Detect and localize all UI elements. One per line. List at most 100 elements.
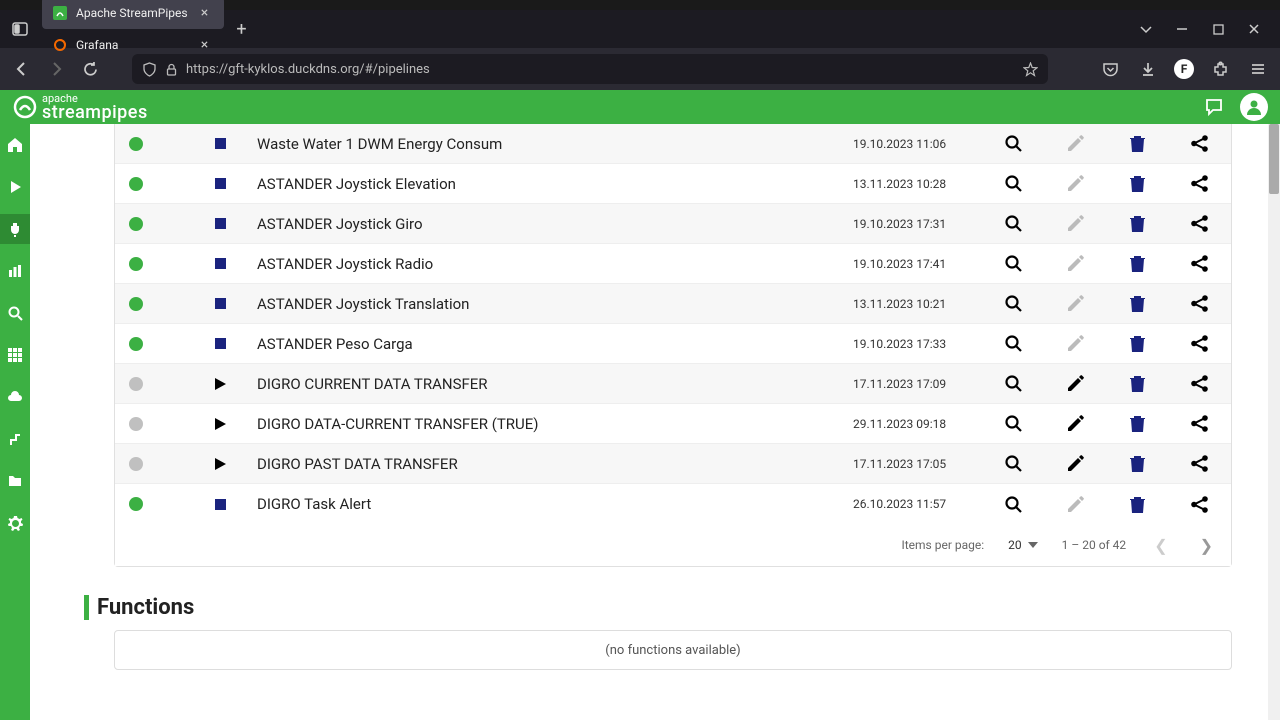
logo[interactable]: apache streampipes (12, 93, 148, 122)
delete-icon[interactable] (1127, 454, 1147, 474)
delete-icon[interactable] (1127, 374, 1147, 394)
sidebar-search[interactable] (0, 298, 30, 328)
pipeline-name: DIGRO CURRENT DATA TRANSFER (257, 375, 853, 393)
edit-icon[interactable] (1065, 374, 1085, 394)
share-icon[interactable] (1189, 214, 1209, 234)
forward-button[interactable] (44, 57, 68, 81)
status-indicator (129, 297, 143, 311)
shield-icon (142, 62, 157, 77)
browser-tab[interactable]: Apache StreamPipes × (42, 0, 224, 29)
delete-icon[interactable] (1127, 214, 1147, 234)
bookmark-icon[interactable] (1023, 62, 1038, 77)
scrollbar[interactable] (1268, 124, 1280, 720)
search-icon[interactable] (1003, 374, 1023, 394)
pipeline-date: 19.10.2023 17:31 (853, 217, 1003, 231)
share-icon[interactable] (1189, 334, 1209, 354)
sidebar-files[interactable] (0, 466, 30, 496)
extensions-icon[interactable] (1208, 57, 1232, 81)
profile-icon[interactable]: F (1174, 59, 1194, 79)
delete-icon[interactable] (1127, 294, 1147, 314)
pipeline-name: DIGRO DATA-CURRENT TRANSFER (TRUE) (257, 415, 853, 433)
search-icon[interactable] (1003, 134, 1023, 154)
share-icon[interactable] (1189, 454, 1209, 474)
play-button[interactable] (213, 377, 227, 391)
pipeline-date: 13.11.2023 10:21 (853, 297, 1003, 311)
stop-button[interactable] (213, 177, 227, 191)
edit-icon (1065, 254, 1085, 274)
tab-close-icon[interactable]: × (196, 5, 214, 21)
pipeline-row: DIGRO PAST DATA TRANSFER 17.11.2023 17:0… (115, 444, 1231, 484)
search-icon[interactable] (1003, 254, 1023, 274)
search-icon[interactable] (1003, 294, 1023, 314)
share-icon[interactable] (1189, 494, 1209, 514)
paginator-next[interactable]: ❯ (1196, 536, 1217, 555)
delete-icon[interactable] (1127, 174, 1147, 194)
back-button[interactable] (10, 57, 34, 81)
downloads-icon[interactable] (1136, 57, 1160, 81)
pipeline-row: DIGRO Task Alert 26.10.2023 11:57 (115, 484, 1231, 524)
pocket-icon[interactable] (1098, 57, 1122, 81)
window-maximize-icon[interactable] (1208, 22, 1228, 36)
tab-close-icon[interactable]: × (196, 37, 214, 53)
tab-overview-icon[interactable] (1136, 22, 1156, 36)
pipeline-date: 17.11.2023 17:09 (853, 377, 1003, 391)
menu-icon[interactable] (1246, 57, 1270, 81)
stop-button[interactable] (213, 497, 227, 511)
share-icon[interactable] (1189, 254, 1209, 274)
paginator-prev[interactable]: ❮ (1150, 536, 1171, 555)
sidebar-dashboard[interactable] (0, 256, 30, 286)
play-button[interactable] (213, 417, 227, 431)
stop-button[interactable] (213, 137, 227, 151)
pipeline-name: ASTANDER Joystick Giro (257, 215, 853, 233)
search-icon[interactable] (1003, 454, 1023, 474)
stop-button[interactable] (213, 297, 227, 311)
sidebar-play[interactable] (0, 172, 30, 202)
sidebar-toggle-icon[interactable] (6, 15, 34, 43)
status-indicator (129, 217, 143, 231)
edit-icon (1065, 294, 1085, 314)
pipeline-date: 13.11.2023 10:28 (853, 177, 1003, 191)
edit-icon[interactable] (1065, 414, 1085, 434)
search-icon[interactable] (1003, 214, 1023, 234)
sidebar-cloud[interactable] (0, 382, 30, 412)
chat-icon[interactable] (1200, 93, 1228, 121)
pipeline-name: DIGRO Task Alert (257, 495, 853, 513)
delete-icon[interactable] (1127, 494, 1147, 514)
delete-icon[interactable] (1127, 414, 1147, 434)
search-icon[interactable] (1003, 414, 1023, 434)
url-bar[interactable]: https://gft-kyklos.duckdns.org/#/pipelin… (132, 54, 1048, 84)
page-size-select[interactable]: 20 (1008, 538, 1038, 552)
account-icon[interactable] (1240, 93, 1268, 121)
reload-button[interactable] (78, 57, 102, 81)
new-tab-button[interactable]: + (228, 19, 256, 40)
window-minimize-icon[interactable] (1172, 22, 1192, 36)
share-icon[interactable] (1189, 294, 1209, 314)
functions-title: Functions (84, 595, 1232, 620)
logo-bottom: streampipes (42, 104, 148, 122)
delete-icon[interactable] (1127, 134, 1147, 154)
browser-navbar: https://gft-kyklos.duckdns.org/#/pipelin… (0, 48, 1280, 90)
sidebar-connect[interactable] (0, 214, 30, 244)
search-icon[interactable] (1003, 494, 1023, 514)
delete-icon[interactable] (1127, 334, 1147, 354)
sidebar-robot[interactable] (0, 424, 30, 454)
sidebar-home[interactable] (0, 130, 30, 160)
edit-icon[interactable] (1065, 454, 1085, 474)
share-icon[interactable] (1189, 174, 1209, 194)
pipeline-name: DIGRO PAST DATA TRANSFER (257, 455, 853, 473)
sidebar-settings[interactable] (0, 508, 30, 538)
share-icon[interactable] (1189, 374, 1209, 394)
window-close-icon[interactable] (1244, 22, 1264, 36)
share-icon[interactable] (1189, 134, 1209, 154)
stop-button[interactable] (213, 257, 227, 271)
stop-button[interactable] (213, 337, 227, 351)
delete-icon[interactable] (1127, 254, 1147, 274)
play-button[interactable] (213, 457, 227, 471)
search-icon[interactable] (1003, 334, 1023, 354)
stop-button[interactable] (213, 217, 227, 231)
search-icon[interactable] (1003, 174, 1023, 194)
pipeline-row: DIGRO DATA-CURRENT TRANSFER (TRUE) 29.11… (115, 404, 1231, 444)
share-icon[interactable] (1189, 414, 1209, 434)
sidebar-apps[interactable] (0, 340, 30, 370)
status-indicator (129, 177, 143, 191)
